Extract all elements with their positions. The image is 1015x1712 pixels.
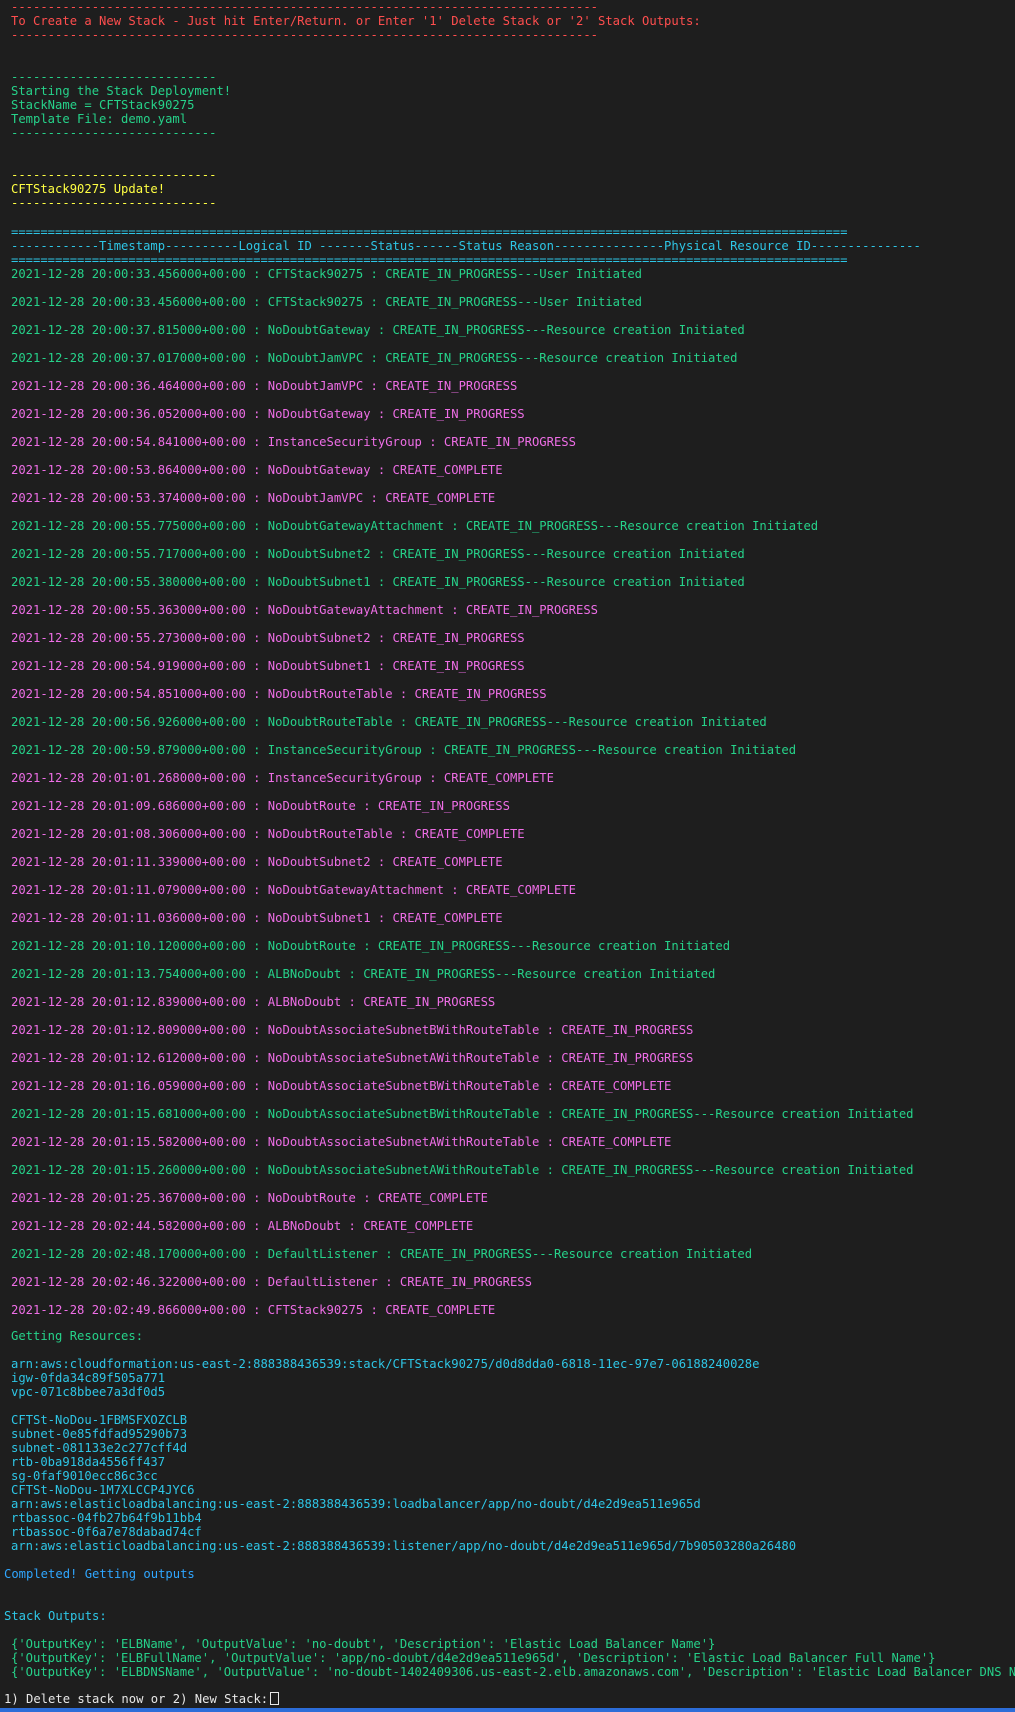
- resource-line: arn:aws:cloudformation:us-east-2:8883884…: [11, 1357, 760, 1371]
- event-row: 2021-12-28 20:00:53.374000+00:00 : NoDou…: [11, 491, 496, 505]
- final-prompt[interactable]: 1) Delete stack now or 2) New Stack:: [4, 1692, 280, 1706]
- event-row: 2021-12-28 20:00:55.717000+00:00 : NoDou…: [11, 547, 745, 561]
- event-row: 2021-12-28 20:00:54.851000+00:00 : NoDou…: [11, 687, 547, 701]
- event-row: 2021-12-28 20:02:46.322000+00:00 : Defau…: [11, 1275, 532, 1289]
- resource-line: arn:aws:elasticloadbalancing:us-east-2:8…: [11, 1539, 797, 1553]
- event-row: 2021-12-28 20:01:11.339000+00:00 : NoDou…: [11, 855, 503, 869]
- event-row: 2021-12-28 20:00:55.273000+00:00 : NoDou…: [11, 631, 525, 645]
- update-dash-bottom: ----------------------------: [11, 196, 217, 210]
- event-row: 2021-12-28 20:00:33.456000+00:00 : CFTSt…: [11, 267, 643, 281]
- resource-line: subnet-081133e2c277cff4d: [11, 1441, 188, 1455]
- deploy-stack-name: StackName = CFTStack90275: [11, 98, 195, 112]
- event-row: 2021-12-28 20:01:15.681000+00:00 : NoDou…: [11, 1107, 914, 1121]
- event-row: 2021-12-28 20:00:37.017000+00:00 : NoDou…: [11, 351, 738, 365]
- event-row: 2021-12-28 20:02:48.170000+00:00 : Defau…: [11, 1247, 753, 1261]
- event-row: 2021-12-28 20:01:08.306000+00:00 : NoDou…: [11, 827, 525, 841]
- resource-line: rtbassoc-0f6a7e78dabad74cf: [11, 1525, 202, 1539]
- table-header: ------------Timestamp----------Logical I…: [11, 239, 921, 253]
- outputs-heading: Stack Outputs:: [4, 1609, 107, 1623]
- deploy-dash-bottom: ----------------------------: [11, 126, 217, 140]
- output-line: {'OutputKey': 'ELBFullName', 'OutputValu…: [11, 1651, 936, 1665]
- header-dash-bottom: ----------------------------------------…: [11, 28, 598, 42]
- resource-line: subnet-0e85fdfad95290b73: [11, 1427, 188, 1441]
- event-row: 2021-12-28 20:00:54.841000+00:00 : Insta…: [11, 435, 576, 449]
- event-row: 2021-12-28 20:00:33.456000+00:00 : CFTSt…: [11, 295, 643, 309]
- event-row: 2021-12-28 20:01:16.059000+00:00 : NoDou…: [11, 1079, 672, 1093]
- event-row: 2021-12-28 20:00:36.052000+00:00 : NoDou…: [11, 407, 525, 421]
- event-row: 2021-12-28 20:01:12.612000+00:00 : NoDou…: [11, 1051, 694, 1065]
- event-row: 2021-12-28 20:01:15.260000+00:00 : NoDou…: [11, 1163, 914, 1177]
- event-row: 2021-12-28 20:00:56.926000+00:00 : NoDou…: [11, 715, 767, 729]
- resource-line: vpc-071c8bbee7a3df0d5: [11, 1385, 166, 1399]
- event-row: 2021-12-28 20:01:11.036000+00:00 : NoDou…: [11, 911, 503, 925]
- update-dash-top: ----------------------------: [11, 168, 217, 182]
- event-row: 2021-12-28 20:01:01.268000+00:00 : Insta…: [11, 771, 554, 785]
- event-row: 2021-12-28 20:01:25.367000+00:00 : NoDou…: [11, 1191, 488, 1205]
- event-row: 2021-12-28 20:00:36.464000+00:00 : NoDou…: [11, 379, 518, 393]
- terminal-cursor[interactable]: [270, 1692, 280, 1705]
- event-row: 2021-12-28 20:00:55.775000+00:00 : NoDou…: [11, 519, 819, 533]
- resource-line: CFTSt-NoDou-1M7XLCCP4JYC6: [11, 1483, 195, 1497]
- update-title: CFTStack90275 Update!: [11, 182, 166, 196]
- table-rule-top: ========================================…: [11, 225, 848, 239]
- deploy-dash-top: ----------------------------: [11, 70, 217, 84]
- output-line: {'OutputKey': 'ELBName', 'OutputValue': …: [11, 1637, 716, 1651]
- event-row: 2021-12-28 20:01:10.120000+00:00 : NoDou…: [11, 939, 731, 953]
- event-row: 2021-12-28 20:02:44.582000+00:00 : ALBNo…: [11, 1219, 474, 1233]
- event-row: 2021-12-28 20:01:15.582000+00:00 : NoDou…: [11, 1135, 672, 1149]
- event-row: 2021-12-28 20:01:11.079000+00:00 : NoDou…: [11, 883, 576, 897]
- event-row: 2021-12-28 20:00:53.864000+00:00 : NoDou…: [11, 463, 503, 477]
- resource-line: igw-0fda34c89f505a771: [11, 1371, 166, 1385]
- event-row: 2021-12-28 20:00:55.363000+00:00 : NoDou…: [11, 603, 598, 617]
- resource-line: sg-0faf9010ecc86c3cc: [11, 1469, 158, 1483]
- deploy-template-file: Template File: demo.yaml: [11, 112, 188, 126]
- event-row: 2021-12-28 20:01:09.686000+00:00 : NoDou…: [11, 799, 510, 813]
- header-prompt: To Create a New Stack - Just hit Enter/R…: [11, 14, 701, 28]
- event-row: 2021-12-28 20:00:54.919000+00:00 : NoDou…: [11, 659, 525, 673]
- resource-line: rtb-0ba918da4556ff437: [11, 1455, 166, 1469]
- resource-line: arn:aws:elasticloadbalancing:us-east-2:8…: [11, 1497, 701, 1511]
- final-prompt-text: 1) Delete stack now or 2) New Stack:: [4, 1692, 269, 1706]
- resource-line: CFTSt-NoDou-1FBMSFXOZCLB: [11, 1413, 188, 1427]
- event-row: 2021-12-28 20:00:55.380000+00:00 : NoDou…: [11, 575, 745, 589]
- event-row: 2021-12-28 20:01:12.839000+00:00 : ALBNo…: [11, 995, 496, 1009]
- completed-message: Completed! Getting outputs: [4, 1567, 195, 1581]
- event-row: 2021-12-28 20:00:59.879000+00:00 : Insta…: [11, 743, 797, 757]
- header-dash-top: ----------------------------------------…: [11, 0, 598, 14]
- deploy-title: Starting the Stack Deployment!: [11, 84, 232, 98]
- resource-line: rtbassoc-04fb27b64f9b11bb4: [11, 1511, 202, 1525]
- output-line: {'OutputKey': 'ELBDNSName', 'OutputValue…: [11, 1665, 1015, 1679]
- event-row: 2021-12-28 20:01:12.809000+00:00 : NoDou…: [11, 1023, 694, 1037]
- event-row: 2021-12-28 20:00:37.815000+00:00 : NoDou…: [11, 323, 745, 337]
- event-row: 2021-12-28 20:02:49.866000+00:00 : CFTSt…: [11, 1303, 496, 1317]
- resources-heading: Getting Resources:: [11, 1329, 144, 1343]
- window-bottom-bar: [0, 1708, 1015, 1712]
- table-rule-bottom: ========================================…: [11, 253, 848, 267]
- event-row: 2021-12-28 20:01:13.754000+00:00 : ALBNo…: [11, 967, 716, 981]
